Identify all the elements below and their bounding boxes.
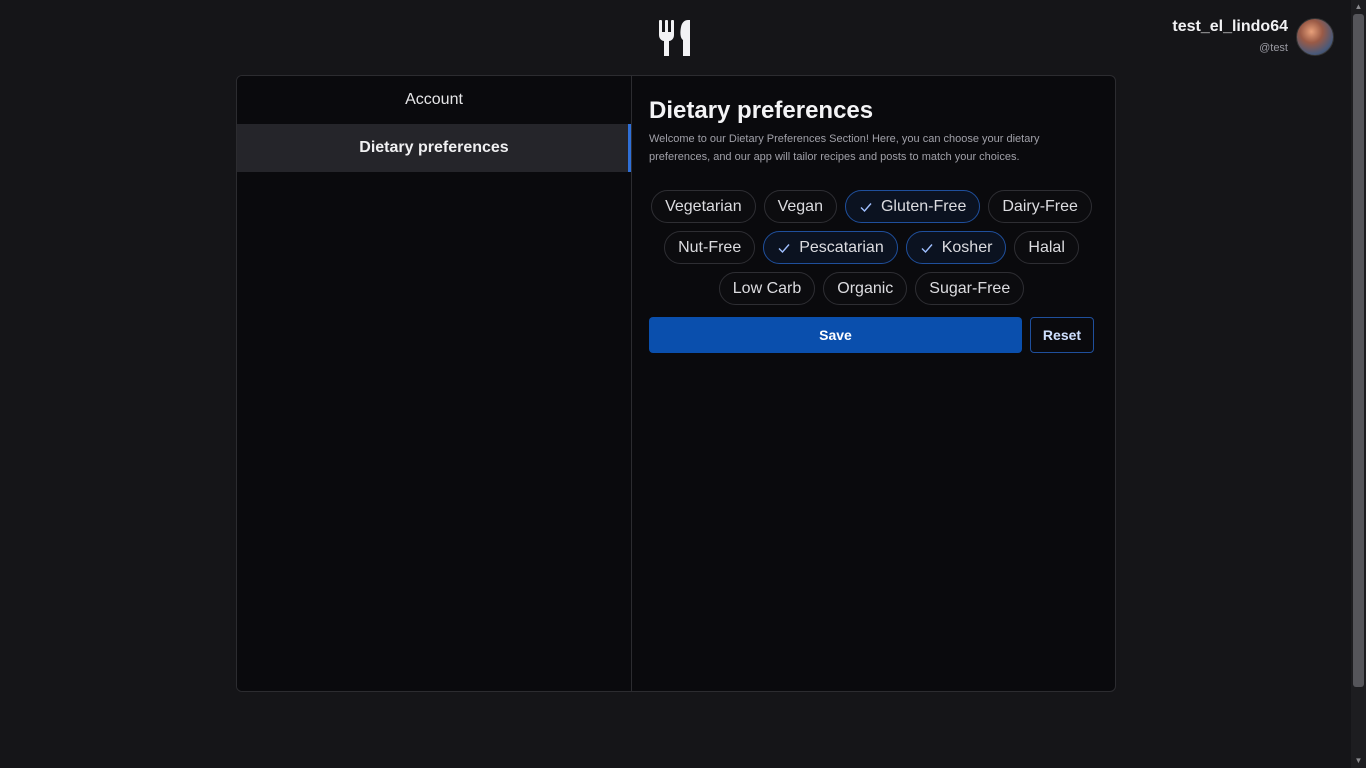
sidebar-item-label: Dietary preferences [359, 139, 509, 156]
page-scrollbar[interactable]: ▲ ▼ [1351, 0, 1366, 768]
preference-chips: Vegetarian Vegan Gluten-Free Dairy-Free Nut-… [649, 190, 1094, 305]
preference-chip[interactable]: Kosher [905, 231, 1007, 264]
preference-chip[interactable]: Dairy-Free [988, 190, 1092, 223]
preference-chip[interactable]: Gluten-Free [844, 190, 981, 223]
preference-chip[interactable]: Vegan [763, 190, 837, 223]
preference-chip[interactable]: Vegetarian [651, 190, 756, 223]
chip-label: Vegetarian [665, 197, 742, 215]
chip-label: Organic [837, 279, 894, 297]
preference-chip[interactable]: Nut-Free [664, 231, 756, 264]
check-icon [921, 243, 933, 253]
chip-label: Vegan [777, 197, 823, 215]
sidebar-item-label: Account [405, 91, 463, 108]
main-content: Dietary preferences Welcome to our Dieta… [632, 76, 1115, 691]
chip-label: Halal [1028, 238, 1065, 256]
page-title: Dietary preferences [649, 97, 874, 124]
chip-label: Nut-Free [678, 238, 742, 256]
reset-button[interactable]: Reset [1030, 317, 1094, 353]
save-button[interactable]: Save [649, 317, 1022, 353]
sidebar-item-account[interactable]: Account [237, 76, 631, 124]
check-icon [778, 243, 790, 253]
settings-panel: Account Dietary preferences Dietary pref… [236, 75, 1116, 692]
chip-label: Low Carb [732, 279, 802, 297]
preference-chip[interactable]: Pescatarian [763, 231, 898, 264]
preference-chip[interactable]: Sugar-Free [915, 272, 1025, 305]
form-actions: Save Reset [649, 317, 1099, 353]
user-name: test_el_lindo64 [1172, 18, 1288, 35]
user-menu[interactable]: test_el_lindo64 @test [1172, 16, 1334, 58]
sidebar-item-dietary-preferences[interactable]: Dietary preferences [237, 124, 631, 172]
avatar[interactable] [1296, 18, 1334, 56]
preference-chip[interactable]: Halal [1014, 231, 1079, 264]
page-description: Welcome to our Dietary Preferences Secti… [649, 133, 1040, 163]
settings-sidebar: Account Dietary preferences [237, 76, 632, 691]
preference-chip[interactable]: Low Carb [718, 272, 816, 305]
chip-label: Pescatarian [799, 238, 884, 256]
scroll-thumb[interactable] [1353, 14, 1364, 687]
fork-knife-icon[interactable] [657, 18, 695, 58]
scroll-down-icon[interactable]: ▼ [1354, 756, 1363, 766]
preference-chip[interactable]: Organic [823, 272, 908, 305]
check-icon [860, 202, 872, 212]
scroll-up-icon[interactable]: ▲ [1354, 2, 1363, 12]
chip-label: Gluten-Free [880, 197, 967, 215]
user-info: test_el_lindo64 @test [1172, 16, 1288, 58]
chip-label: Dairy-Free [1002, 197, 1078, 215]
chip-label: Sugar-Free [929, 279, 1011, 297]
chip-label: Kosher [941, 238, 993, 256]
user-handle: @test [1259, 42, 1288, 54]
